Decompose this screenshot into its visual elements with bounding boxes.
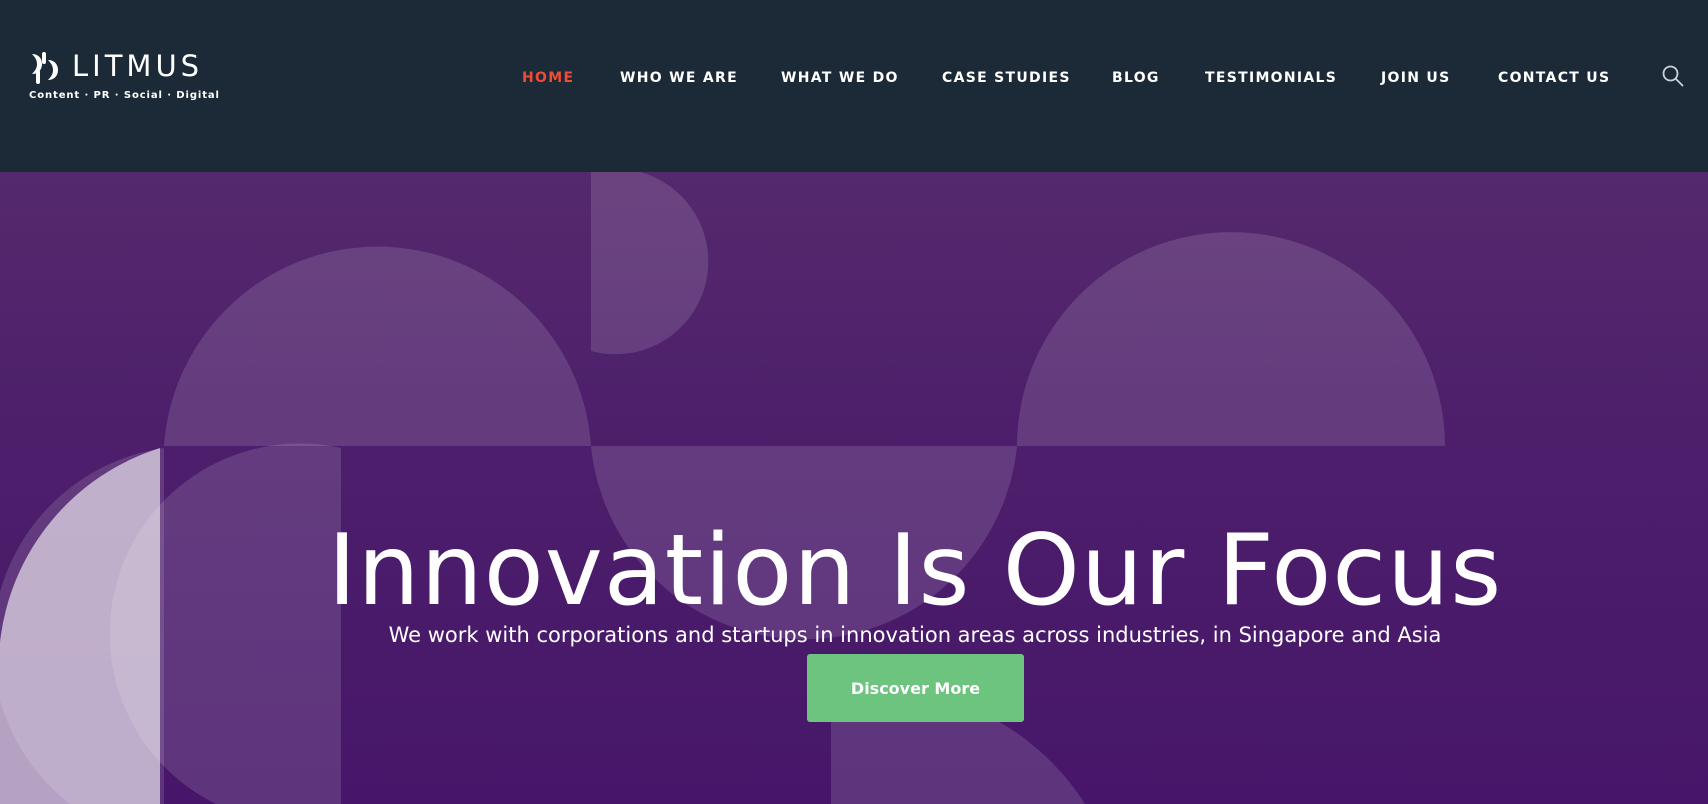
- site-header: LITMUS Content · PR · Social · Digital H…: [0, 0, 1708, 172]
- discover-more-button[interactable]: Discover More: [807, 654, 1024, 722]
- hero-section: Innovation Is Our Focus We work with cor…: [0, 172, 1708, 804]
- nav-contact-us[interactable]: CONTACT US: [1498, 70, 1610, 86]
- litmus-logo-icon: [32, 52, 58, 84]
- nav-join-us[interactable]: JOIN US: [1381, 70, 1450, 86]
- nav-blog[interactable]: BLOG: [1112, 70, 1160, 86]
- litmus-logo[interactable]: LITMUS Content · PR · Social · Digital: [28, 48, 220, 108]
- nav-who-we-are[interactable]: WHO WE ARE: [620, 70, 738, 86]
- hero-subtitle: We work with corporations and startups i…: [388, 623, 1442, 647]
- hero-title: Innovation Is Our Focus: [327, 513, 1503, 628]
- nav-home[interactable]: HOME: [522, 70, 574, 86]
- brand-name: LITMUS: [72, 49, 204, 83]
- search-icon[interactable]: [1661, 64, 1685, 88]
- nav-testimonials[interactable]: TESTIMONIALS: [1205, 70, 1337, 86]
- nav-case-studies[interactable]: CASE STUDIES: [942, 70, 1071, 86]
- nav-what-we-do[interactable]: WHAT WE DO: [781, 70, 899, 86]
- brand-tagline: Content · PR · Social · Digital: [29, 90, 220, 101]
